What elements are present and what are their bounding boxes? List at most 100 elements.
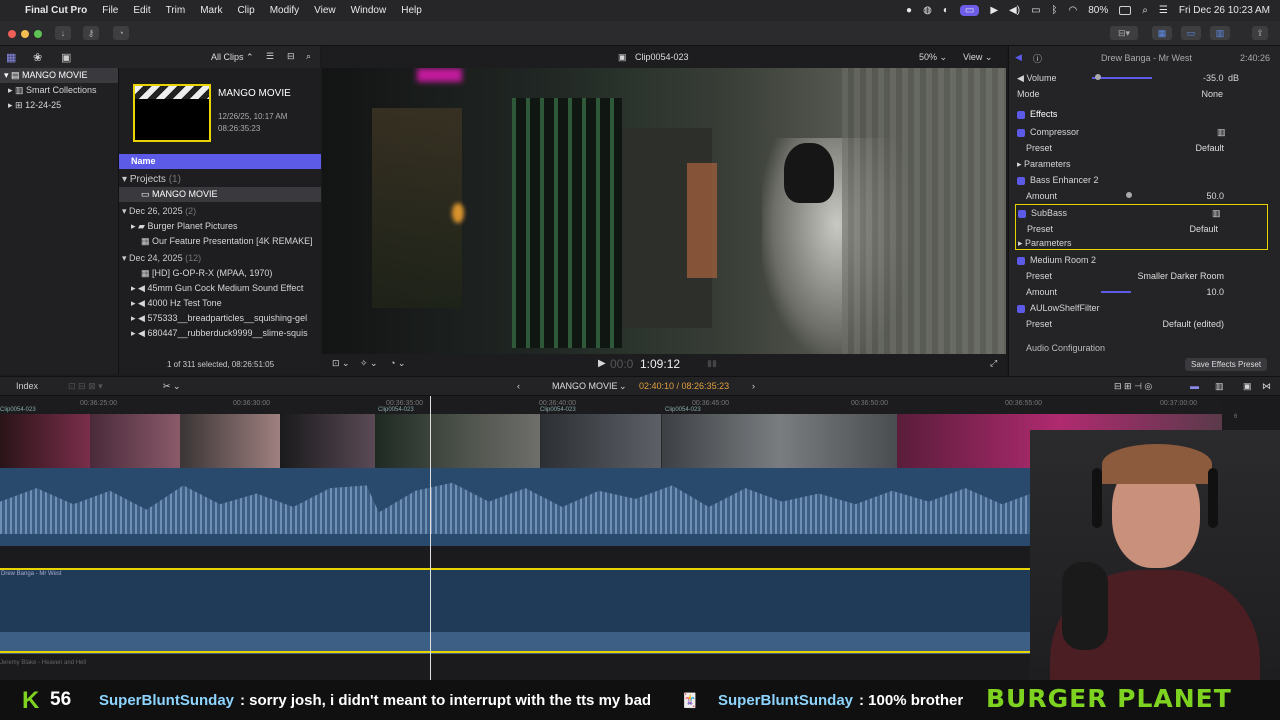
volume-value[interactable]: -35.0 — [1203, 70, 1224, 86]
effects-browser-icon[interactable]: ▣ — [1243, 381, 1252, 392]
preset-value[interactable]: Default (edited) — [1162, 316, 1224, 332]
effect-subbass[interactable]: SubBass ▥ — [1018, 205, 1276, 221]
titles-icon[interactable]: ▣ — [61, 51, 71, 64]
room-checkbox[interactable] — [1017, 256, 1025, 265]
lowshelf-checkbox[interactable] — [1017, 304, 1025, 313]
list-item[interactable]: ▸ ◀ 45mm Gun Cock Medium Sound Effect — [119, 281, 321, 296]
enhance-icon[interactable]: ✧ ⌄ — [360, 358, 378, 369]
play-button[interactable]: ▶ — [598, 358, 606, 369]
menu-edit[interactable]: Edit — [133, 5, 150, 16]
menu-app-name[interactable]: Final Cut Pro — [25, 5, 87, 16]
browser-toggle-icon[interactable]: ▦ — [1152, 26, 1172, 40]
zoom-dropdown[interactable]: 50% ⌄ — [919, 52, 947, 63]
screen-record-icon[interactable]: ▭ — [959, 5, 980, 16]
project-thumbnail[interactable] — [133, 84, 211, 142]
timeline-toggle-icon[interactable]: ▭ — [1181, 26, 1201, 40]
clip-filter-dropdown[interactable]: All Clips ⌃ — [211, 52, 254, 63]
forward-icon[interactable]: › — [752, 381, 755, 391]
subbass-checkbox[interactable] — [1018, 209, 1026, 218]
inspector-toggle-icon[interactable]: ▥ — [1210, 26, 1230, 40]
parameters-row[interactable]: ▸ Parameters — [1017, 156, 1275, 172]
playhead[interactable] — [430, 396, 431, 680]
group-dec-26[interactable]: ▾ Dec 26, 2025 (2) — [119, 204, 321, 219]
minimize-window-button[interactable] — [21, 30, 29, 38]
list-item[interactable]: ▸ ◀ 4000 Hz Test Tone — [119, 296, 321, 311]
list-item[interactable]: ▸ ◀ 680447__rubberduck9999__slime-squis — [119, 326, 321, 341]
library-item[interactable]: ▾ ▤ MANGO MOVIE — [0, 68, 118, 83]
globe-icon[interactable]: ◍ — [923, 5, 932, 16]
group-projects[interactable]: ▾ Projects (1) — [119, 172, 321, 187]
background-tasks-icon[interactable]: ◔ — [113, 26, 129, 40]
menu-help[interactable]: Help — [401, 5, 422, 16]
parameters-row[interactable]: ▸ Parameters — [1018, 235, 1276, 251]
timeline-project-name[interactable]: MANGO MOVIE — [552, 381, 618, 391]
effect-lowshelf[interactable]: AULowShelfFilter — [1017, 300, 1275, 316]
project-chevron-icon[interactable]: ⌄ — [619, 381, 627, 392]
view-dropdown[interactable]: View ⌄ — [963, 52, 992, 63]
preset-value[interactable]: Default — [1195, 140, 1224, 156]
effect-bass-enhancer[interactable]: Bass Enhancer 2 — [1017, 172, 1275, 188]
compressor-checkbox[interactable] — [1017, 128, 1025, 137]
status-circle-icon[interactable]: ● — [906, 5, 912, 16]
battery-icon[interactable] — [1119, 6, 1132, 15]
preset-value[interactable]: Smaller Darker Room — [1137, 268, 1224, 284]
control-center-icon[interactable]: ☰ — [1159, 5, 1168, 16]
info-tab-icon[interactable]: ⓘ — [1033, 52, 1042, 65]
audio-config-row[interactable]: Audio Configuration — [1017, 340, 1275, 356]
effect-settings-icon[interactable]: ▥ — [1212, 205, 1221, 221]
transform-icon[interactable]: ⊡ ⌄ — [332, 358, 350, 369]
bass-checkbox[interactable] — [1017, 176, 1025, 185]
keyword-icon[interactable]: ⚷ — [83, 26, 99, 40]
effect-medium-room[interactable]: Medium Room 2 — [1017, 252, 1275, 268]
timeline-ruler[interactable]: 00:36:25:00 00:36:30:00 00:36:35:00 00:3… — [0, 396, 1222, 414]
volume-slider[interactable] — [1092, 77, 1152, 79]
audio-tab-icon[interactable]: ◀ — [1015, 52, 1022, 63]
display-icon[interactable]: ▭ — [1031, 5, 1040, 16]
sync-icon[interactable]: ◐ — [943, 5, 949, 16]
library-icon[interactable]: ▦ — [6, 51, 16, 64]
back-icon[interactable]: ‹ — [517, 381, 520, 391]
amount-value[interactable]: 50.0 — [1206, 188, 1224, 204]
mode-value[interactable]: None — [1201, 86, 1223, 102]
import-icon[interactable]: ↓ — [55, 26, 71, 40]
tools-menu-icon[interactable]: ✂ ⌄ — [163, 381, 181, 392]
clip-appearance-icon[interactable]: ⊟ — [287, 51, 295, 62]
clock[interactable]: Fri Dec 26 10:23 AM — [1179, 5, 1270, 16]
viewer-timecode[interactable]: 1:09:12 — [640, 357, 680, 371]
amount-value[interactable]: 10.0 — [1206, 284, 1224, 300]
menu-trim[interactable]: Trim — [166, 5, 186, 16]
effects-header[interactable]: Effects — [1017, 106, 1275, 122]
timeline-tools-icons[interactable]: ⊟ ⊞ ⊣ ◎ — [1114, 381, 1152, 392]
menu-file[interactable]: File — [102, 5, 118, 16]
transitions-icon[interactable]: ⋈ — [1262, 381, 1271, 392]
effects-checkbox[interactable] — [1017, 110, 1025, 119]
list-item[interactable]: ▦ Our Feature Presentation [4K REMAKE] — [119, 234, 321, 249]
amount-slider[interactable] — [1101, 291, 1131, 293]
share-icon[interactable]: ⇪ — [1252, 26, 1268, 40]
list-item[interactable]: ▭ MANGO MOVIE — [119, 187, 321, 202]
group-dec-24[interactable]: ▾ Dec 24, 2025 (12) — [119, 251, 321, 266]
edit-buttons[interactable]: ⊡ ⊟ ⊠ ▾ — [68, 381, 103, 392]
close-window-button[interactable] — [8, 30, 16, 38]
zoom-window-button[interactable] — [34, 30, 42, 38]
menu-mark[interactable]: Mark — [200, 5, 222, 16]
list-item[interactable]: ▸ ◀ 575333__breadparticles__squishing-ge… — [119, 311, 321, 326]
volume-slider-knob[interactable] — [1095, 74, 1101, 80]
event-item[interactable]: ▸ ⊞ 12-24-25 — [0, 98, 118, 113]
smart-collections-item[interactable]: ▸ ▥ Smart Collections — [0, 83, 118, 98]
clip-appearance-icon[interactable]: ▥ — [1215, 381, 1224, 392]
save-effects-preset-button[interactable]: Save Effects Preset — [1185, 358, 1268, 371]
video-frame[interactable] — [322, 68, 1006, 354]
play-icon[interactable]: ▶ — [990, 5, 998, 16]
menu-view[interactable]: View — [314, 5, 336, 16]
amount-slider-knob[interactable] — [1126, 192, 1132, 198]
fullscreen-icon[interactable]: ⤢ — [990, 358, 997, 369]
menu-clip[interactable]: Clip — [237, 5, 254, 16]
list-item[interactable]: ▸ ▰ Burger Planet Pictures — [119, 219, 321, 234]
effect-compressor[interactable]: Compressor ▥ — [1017, 124, 1275, 140]
index-button[interactable]: Index — [16, 381, 38, 391]
list-view-icon[interactable]: ☰ — [266, 51, 274, 62]
name-column-header[interactable]: Name — [119, 154, 321, 169]
wifi-icon[interactable]: ◠ — [1069, 5, 1078, 16]
menu-modify[interactable]: Modify — [270, 5, 299, 16]
